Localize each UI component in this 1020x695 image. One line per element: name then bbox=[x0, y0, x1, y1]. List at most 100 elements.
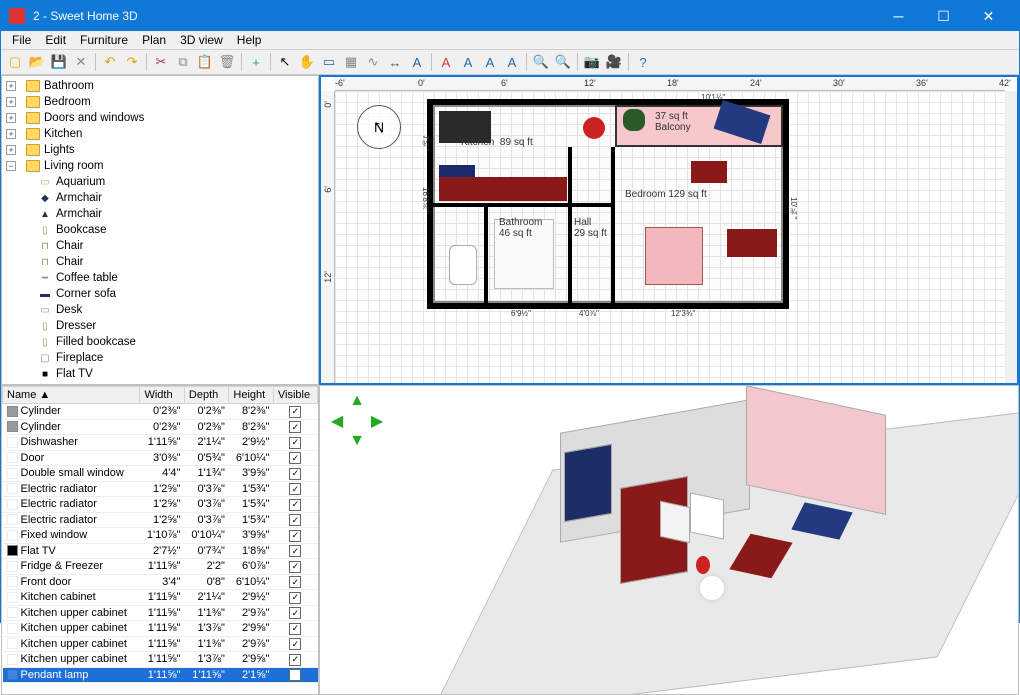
tree-category[interactable]: +Bathroom bbox=[4, 78, 316, 94]
visible-checkbox[interactable]: ✓ bbox=[289, 437, 301, 449]
visible-checkbox[interactable]: ✓ bbox=[289, 654, 301, 666]
visible-checkbox[interactable]: ✓ bbox=[289, 421, 301, 433]
visible-checkbox[interactable]: ✓ bbox=[289, 406, 301, 418]
zoom-in-icon[interactable]: 🔍 bbox=[531, 52, 551, 72]
tree-item[interactable]: ⊓Chair bbox=[4, 254, 316, 270]
expander-icon[interactable]: + bbox=[6, 113, 16, 123]
furniture-rug[interactable] bbox=[691, 161, 727, 183]
preferences-icon[interactable]: ✕ bbox=[71, 52, 91, 72]
visible-checkbox[interactable]: ✓ bbox=[289, 514, 301, 526]
table-row[interactable]: Fridge & Freezer 1'11⅝" 2'2" 6'0⅞" ✓ bbox=[3, 559, 318, 575]
tree-item[interactable]: ▭Desk bbox=[4, 302, 316, 318]
visible-checkbox[interactable]: ✓ bbox=[289, 499, 301, 511]
furniture-tree[interactable]: +Bathroom+Bedroom+Doors and windows+Kitc… bbox=[2, 76, 318, 384]
visible-checkbox[interactable]: ✓ bbox=[289, 530, 301, 542]
copy-icon[interactable]: ⧉ bbox=[173, 52, 193, 72]
visible-checkbox[interactable]: ✓ bbox=[289, 638, 301, 650]
furniture-plant[interactable] bbox=[623, 109, 645, 131]
pan-icon[interactable]: ✋ bbox=[297, 52, 317, 72]
create-polylines-icon[interactable]: ∿ bbox=[363, 52, 383, 72]
close-button[interactable]: ✕ bbox=[966, 1, 1011, 31]
visible-checkbox[interactable]: ✓ bbox=[289, 561, 301, 573]
tree-category[interactable]: −Living room bbox=[4, 158, 316, 174]
table-row[interactable]: Pendant lamp 1'11⅝" 1'11⅝" 2'1⅝" ✓ bbox=[3, 667, 318, 683]
tree-item[interactable]: ▢Fireplace bbox=[4, 350, 316, 366]
menu-furniture[interactable]: Furniture bbox=[73, 31, 135, 49]
furniture-cabinet[interactable] bbox=[439, 165, 475, 177]
tree-item[interactable]: ▭Aquarium bbox=[4, 174, 316, 190]
create-rooms-icon[interactable]: ▦ bbox=[341, 52, 361, 72]
zoom-out-icon[interactable]: 🔍 bbox=[553, 52, 573, 72]
furniture-desk[interactable] bbox=[727, 229, 777, 257]
tree-item[interactable]: ▲Armchair bbox=[4, 206, 316, 222]
furniture-toilet[interactable] bbox=[449, 245, 477, 285]
table-row[interactable]: Electric radiator 1'2⅝" 0'3⅞" 1'5¾" ✓ bbox=[3, 497, 318, 513]
maximize-button[interactable]: ☐ bbox=[921, 1, 966, 31]
col-width[interactable]: Width bbox=[140, 387, 184, 404]
select-icon[interactable]: ↖ bbox=[275, 52, 295, 72]
col-name[interactable]: Name ▲ bbox=[3, 387, 140, 404]
cut-icon[interactable]: ✂ bbox=[151, 52, 171, 72]
nav-right-icon[interactable]: ▶ bbox=[368, 412, 386, 430]
nav-left-icon[interactable]: ◀ bbox=[328, 412, 346, 430]
expander-icon[interactable]: − bbox=[6, 161, 16, 171]
visible-checkbox[interactable]: ✓ bbox=[289, 623, 301, 635]
redo-icon[interactable]: ↷ bbox=[122, 52, 142, 72]
expander-icon[interactable]: + bbox=[6, 81, 16, 91]
tree-item[interactable]: ▯Filled bookcase bbox=[4, 334, 316, 350]
expander-icon[interactable]: + bbox=[6, 97, 16, 107]
menu-3dview[interactable]: 3D view bbox=[173, 31, 230, 49]
furniture-table[interactable]: Name ▲ Width Depth Height Visible Cylind… bbox=[2, 386, 318, 683]
nav-down-icon[interactable]: ▼ bbox=[348, 432, 366, 450]
create-dimensions-icon[interactable]: ↔ bbox=[385, 52, 405, 72]
tree-category[interactable]: +Kitchen bbox=[4, 126, 316, 142]
open-icon[interactable]: 📂 bbox=[27, 52, 47, 72]
visible-checkbox[interactable]: ✓ bbox=[289, 576, 301, 588]
photo-icon[interactable]: 📷 bbox=[582, 52, 602, 72]
table-row[interactable]: Double small window 4'4" 1'1¾" 3'9⅝" ✓ bbox=[3, 466, 318, 482]
col-visible[interactable]: Visible bbox=[273, 387, 317, 404]
expander-icon[interactable]: + bbox=[6, 129, 16, 139]
create-text-icon[interactable]: A bbox=[407, 52, 427, 72]
table-row[interactable]: Kitchen upper cabinet 1'11⅝" 1'1⅜" 2'9⅞"… bbox=[3, 636, 318, 652]
add-furniture-icon[interactable]: + bbox=[246, 52, 266, 72]
table-row[interactable]: Fixed window 1'10⅞" 0'10¼" 3'9⅝" ✓ bbox=[3, 528, 318, 544]
minimize-button[interactable]: ─ bbox=[876, 1, 921, 31]
menu-file[interactable]: File bbox=[5, 31, 38, 49]
tree-item[interactable]: ▯Bookcase bbox=[4, 222, 316, 238]
visible-checkbox[interactable]: ✓ bbox=[289, 607, 301, 619]
new-icon[interactable]: ▢ bbox=[5, 52, 25, 72]
menu-help[interactable]: Help bbox=[230, 31, 269, 49]
table-row[interactable]: Front door 3'4" 0'8" 6'10¼" ✓ bbox=[3, 574, 318, 590]
table-row[interactable]: Door 3'0⅜" 0'5¾" 6'10¼" ✓ bbox=[3, 450, 318, 466]
text-bold-icon[interactable]: A bbox=[436, 52, 456, 72]
3d-view[interactable]: ▲ ▼ ◀ ▶ bbox=[319, 385, 1019, 695]
tree-category[interactable]: +Bedroom bbox=[4, 94, 316, 110]
table-row[interactable]: Flat TV 2'7½" 0'7¾" 1'8⅝" ✓ bbox=[3, 543, 318, 559]
table-row[interactable]: Cylinder 0'2⅜" 0'2⅜" 8'2⅜" ✓ bbox=[3, 419, 318, 435]
help-icon[interactable]: ? bbox=[633, 52, 653, 72]
plan-view[interactable]: -6'0'6'12'18'24'30'36'42' 0'6'12' N ↑ bbox=[319, 75, 1019, 385]
tree-item[interactable]: ▬Corner sofa bbox=[4, 286, 316, 302]
menu-edit[interactable]: Edit bbox=[38, 31, 73, 49]
create-walls-icon[interactable]: ▭ bbox=[319, 52, 339, 72]
visible-checkbox[interactable]: ✓ bbox=[289, 483, 301, 495]
visible-checkbox[interactable]: ✓ bbox=[289, 468, 301, 480]
col-height[interactable]: Height bbox=[229, 387, 273, 404]
tree-item[interactable]: ⊓Chair bbox=[4, 238, 316, 254]
decrease-text-icon[interactable]: A bbox=[502, 52, 522, 72]
table-row[interactable]: Dishwasher 1'11⅝" 2'1¼" 2'9½" ✓ bbox=[3, 435, 318, 451]
visible-checkbox[interactable]: ✓ bbox=[289, 592, 301, 604]
tree-item[interactable]: ▯Dresser bbox=[4, 318, 316, 334]
col-depth[interactable]: Depth bbox=[184, 387, 228, 404]
tree-category[interactable]: +Lights bbox=[4, 142, 316, 158]
table-row[interactable]: Electric radiator 1'2⅝" 0'3⅞" 1'5¾" ✓ bbox=[3, 512, 318, 528]
table-row[interactable]: Kitchen cabinet 1'11⅝" 2'1¼" 2'9½" ✓ bbox=[3, 590, 318, 606]
tree-item[interactable]: ◆Armchair bbox=[4, 190, 316, 206]
furniture-counter[interactable] bbox=[439, 177, 567, 201]
text-italic-icon[interactable]: A bbox=[458, 52, 478, 72]
tree-category[interactable]: +Doors and windows bbox=[4, 110, 316, 126]
visible-checkbox[interactable]: ✓ bbox=[289, 452, 301, 464]
table-row[interactable]: Electric radiator 1'2⅝" 0'3⅞" 1'5¾" ✓ bbox=[3, 481, 318, 497]
table-row[interactable]: Cylinder 0'2⅜" 0'2⅜" 8'2⅜" ✓ bbox=[3, 404, 318, 420]
